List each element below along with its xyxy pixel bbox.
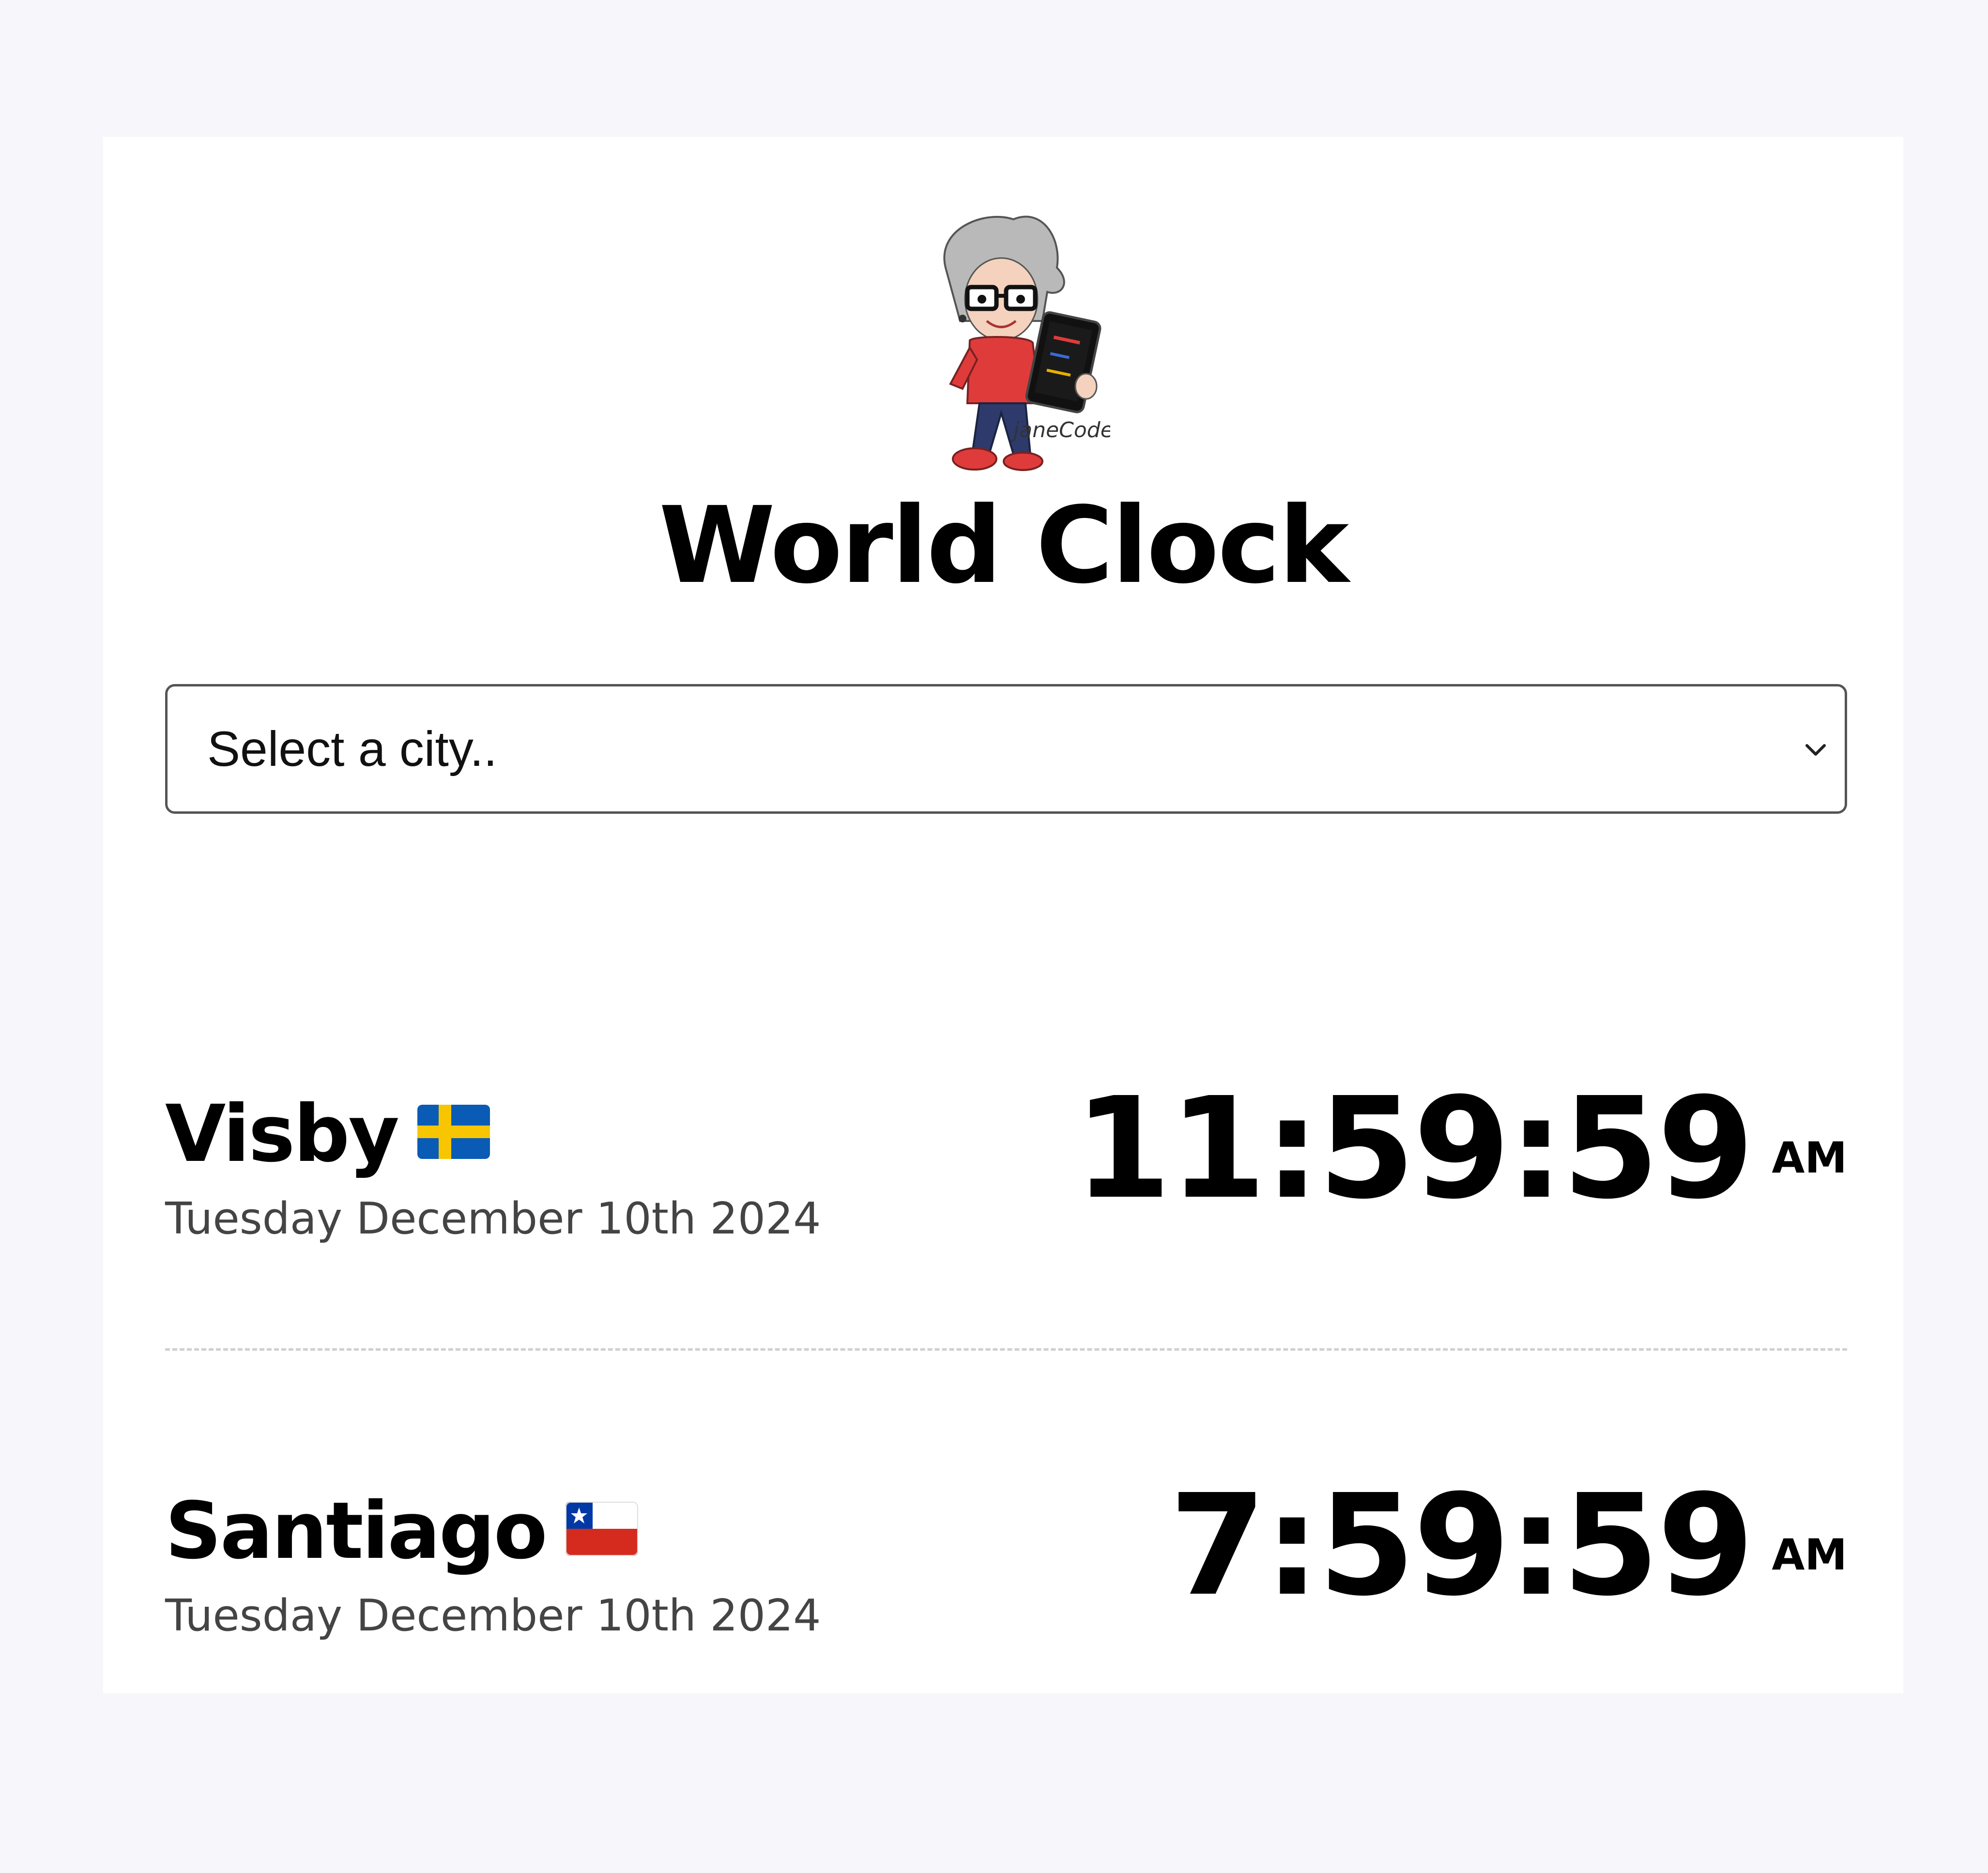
svg-text:janeCodes: janeCodes [1011,418,1110,442]
time-ampm: AM [1772,1530,1847,1580]
city-time-santiago: 7:59:59 AM [1169,1473,1847,1618]
city-row-visby: Visby Tuesday December 10th 2024 11:59:5… [165,931,1847,1270]
time-value: 7:59:59 [1169,1464,1754,1627]
city-name-visby: Visby [165,1091,490,1178]
chile-flag-icon [565,1486,638,1573]
time-ampm: AM [1772,1133,1847,1183]
sweden-flag-icon [417,1089,490,1176]
city-date-visby: Tuesday December 10th 2024 [165,1193,821,1244]
city-name-label: Santiago [165,1486,548,1577]
chevron-down-icon [1801,735,1830,764]
city-row-santiago: Santiago Tuesday December 10th 2024 7:59… [165,1328,1847,1667]
city-name-label: Visby [165,1089,399,1180]
city-name-santiago: Santiago [165,1488,638,1575]
page-title: World Clock [658,485,1349,607]
janecodes-logo: janeCodes [917,210,1110,481]
time-value: 11:59:59 [1074,1067,1755,1230]
city-select-dropdown[interactable]: Select a city.. [165,684,1847,814]
city-select-value: Select a city.. [207,721,498,777]
city-date-santiago: Tuesday December 10th 2024 [165,1590,821,1641]
city-time-visby: 11:59:59 AM [1074,1076,1847,1221]
clock-card: janeCodes World Clock Select a city.. Vi… [103,137,1903,1693]
